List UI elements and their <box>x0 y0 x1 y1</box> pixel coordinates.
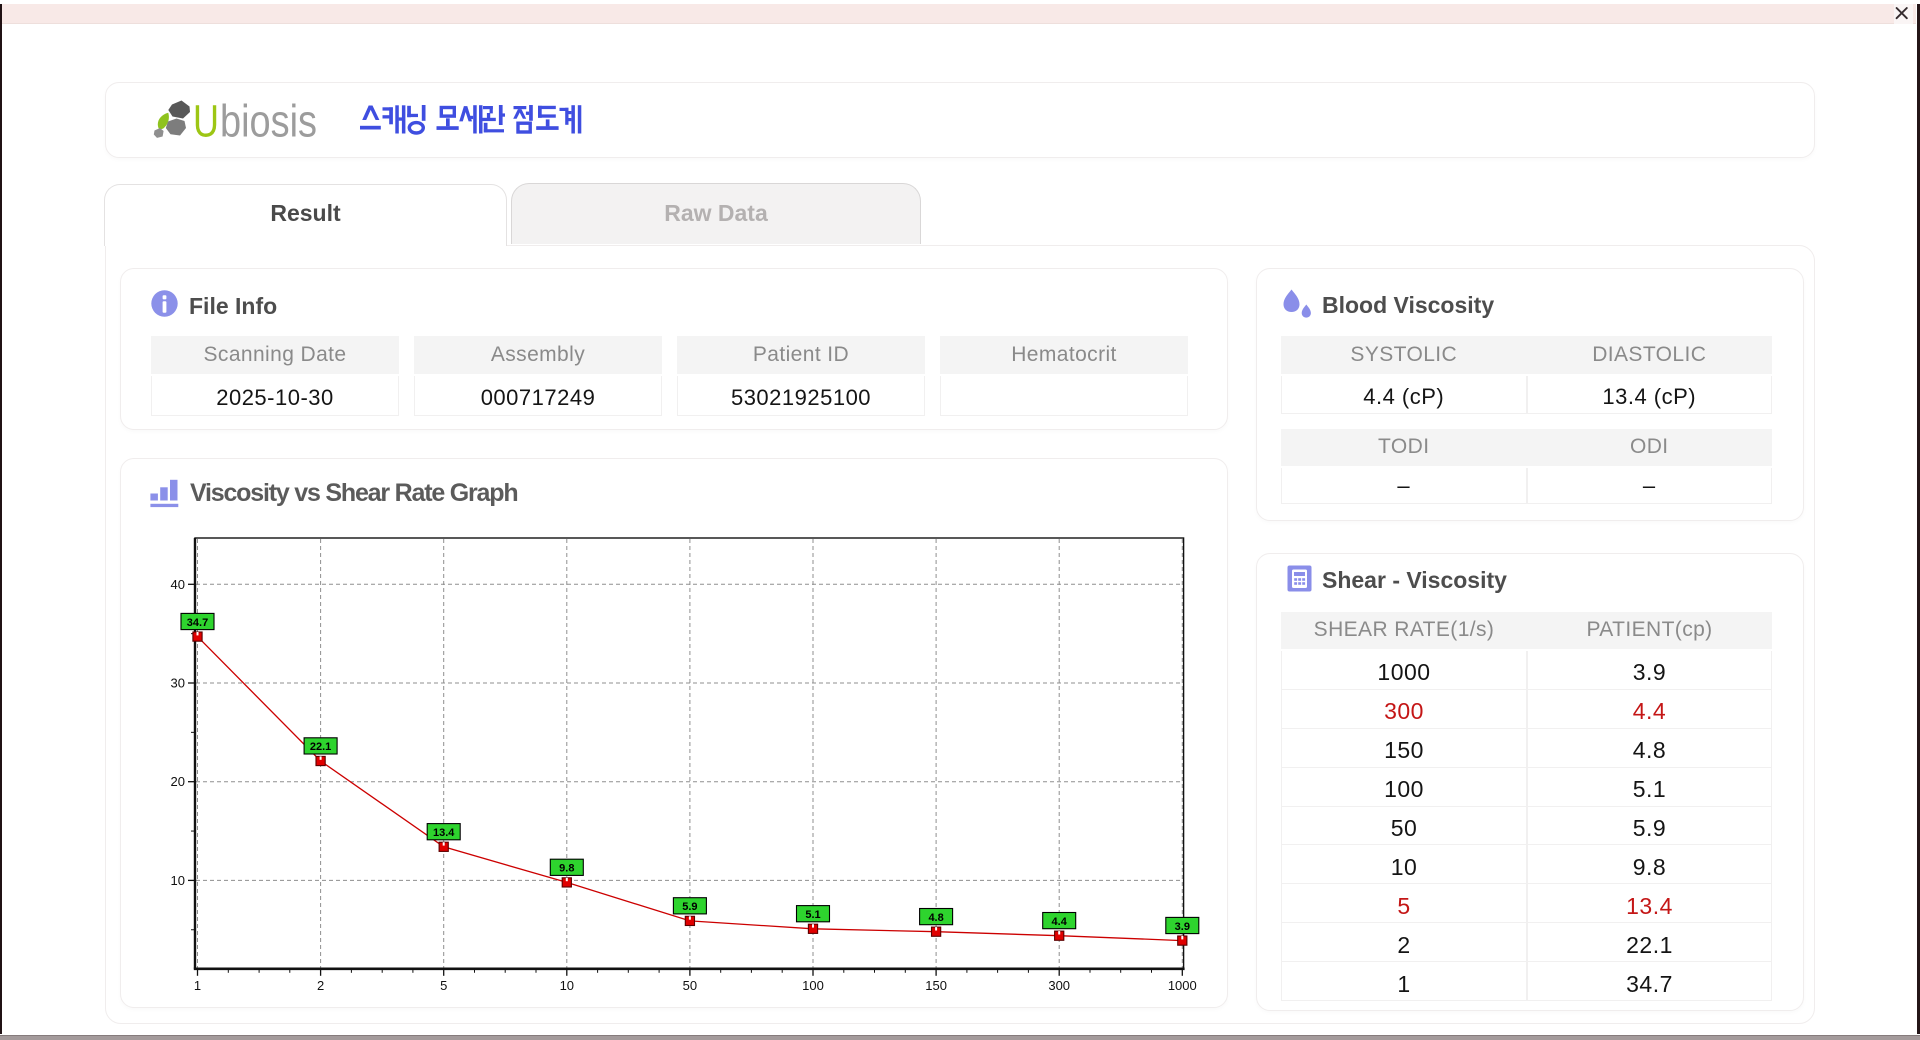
svg-text:4.8: 4.8 <box>928 912 943 924</box>
svg-text:1: 1 <box>194 978 201 993</box>
svg-text:3.9: 3.9 <box>1175 921 1190 933</box>
svg-text:biosis: biosis <box>220 96 317 147</box>
svg-text:9.8: 9.8 <box>559 863 574 875</box>
svg-text:5.9: 5.9 <box>682 901 697 913</box>
svg-text:34.7: 34.7 <box>187 617 208 629</box>
svg-text:22.1: 22.1 <box>310 741 331 753</box>
svg-text:300: 300 <box>1048 978 1070 993</box>
svg-text:150: 150 <box>925 978 947 993</box>
svg-text:30: 30 <box>171 676 185 691</box>
svg-text:5: 5 <box>440 978 447 993</box>
svg-text:20: 20 <box>171 774 185 789</box>
svg-text:4.4: 4.4 <box>1052 916 1068 928</box>
svg-text:40: 40 <box>171 577 185 592</box>
svg-text:U: U <box>193 96 219 147</box>
svg-text:50: 50 <box>683 978 697 993</box>
svg-text:2: 2 <box>317 978 324 993</box>
svg-text:1000: 1000 <box>1168 978 1197 993</box>
svg-text:10: 10 <box>171 873 185 888</box>
svg-text:10: 10 <box>560 978 574 993</box>
svg-text:100: 100 <box>802 978 824 993</box>
svg-text:5.1: 5.1 <box>805 909 820 921</box>
svg-text:13.4: 13.4 <box>433 827 455 839</box>
